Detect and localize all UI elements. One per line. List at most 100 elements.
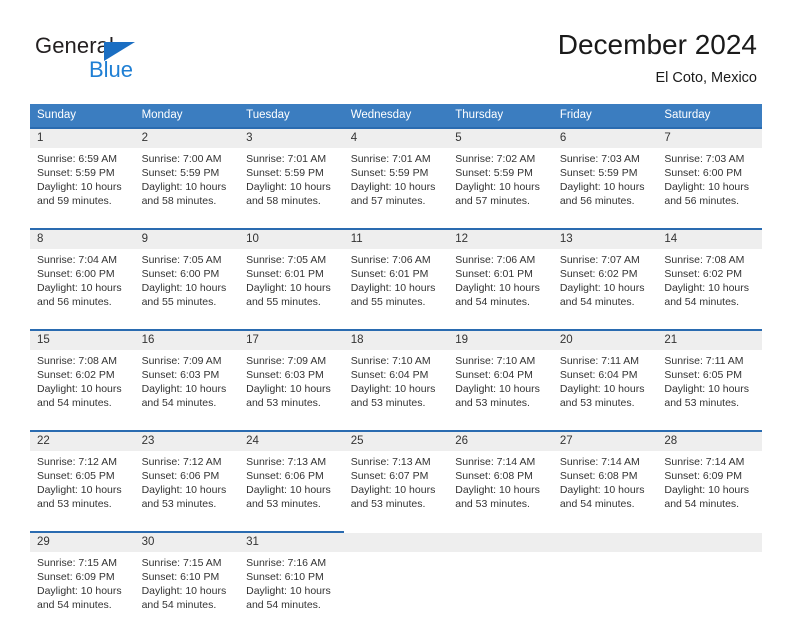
day-cell[interactable]: Sunrise: 7:07 AM Sunset: 6:02 PM Daylight:… <box>552 249 658 329</box>
daylight-text-line1: Daylight: 10 hours <box>559 383 645 395</box>
daylight-text-line2: and 57 minutes. <box>455 195 530 207</box>
weekday-header-friday: Friday <box>552 104 658 127</box>
day-cell[interactable]: Sunrise: 7:05 AM Sunset: 6:00 PM Daylight:… <box>134 249 240 329</box>
sunset-text: Sunset: 6:01 PM <box>350 268 429 280</box>
daylight-text-line2: and 56 minutes. <box>37 296 112 308</box>
day-cell[interactable]: Sunrise: 7:10 AM Sunset: 6:04 PM Daylight:… <box>343 350 449 430</box>
day-number-cell[interactable]: 31 <box>239 533 344 552</box>
day-cell[interactable]: Sunrise: 7:03 AM Sunset: 6:00 PM Daylight:… <box>657 148 762 228</box>
day-number-cell[interactable]: 14 <box>657 230 762 249</box>
day-number-cell[interactable]: 28 <box>657 432 762 451</box>
day-number-cell[interactable]: 8 <box>30 230 135 249</box>
day-cell[interactable]: Sunrise: 7:06 AM Sunset: 6:01 PM Daylight:… <box>343 249 449 329</box>
day-cell[interactable]: Sunrise: 7:14 AM Sunset: 6:08 PM Daylight:… <box>552 451 658 531</box>
daylight-text-line2: and 55 minutes. <box>141 296 217 308</box>
sunrise-text: Sunrise: 7:09 AM <box>246 355 327 367</box>
daylight-text-line2: and 54 minutes. <box>141 397 217 409</box>
day-cell[interactable]: Sunrise: 7:05 AM Sunset: 6:01 PM Daylight:… <box>239 249 344 329</box>
day-number-cell[interactable]: 1 <box>30 129 135 148</box>
day-cell-empty <box>343 552 449 632</box>
daylight-text-line1: Daylight: 10 hours <box>141 181 227 193</box>
day-number-cell[interactable]: 21 <box>657 331 762 350</box>
day-number-cell[interactable]: 23 <box>134 432 240 451</box>
daylight-text-line1: Daylight: 10 hours <box>559 282 645 294</box>
day-cell[interactable]: Sunrise: 7:13 AM Sunset: 6:06 PM Daylight:… <box>239 451 344 531</box>
sunset-text: Sunset: 6:02 PM <box>37 369 115 381</box>
logo-text-general: General <box>35 33 114 58</box>
day-cell[interactable]: Sunrise: 7:12 AM Sunset: 6:06 PM Daylight:… <box>134 451 240 531</box>
day-info-row: Sunrise: 7:08 AM Sunset: 6:02 PM Daylight:… <box>30 350 762 430</box>
day-cell[interactable]: Sunrise: 7:12 AM Sunset: 6:05 PM Daylight:… <box>30 451 135 531</box>
day-cell[interactable]: Sunrise: 6:59 AM Sunset: 5:59 PM Daylight:… <box>30 148 135 228</box>
daylight-text-line2: and 54 minutes. <box>455 296 530 308</box>
weekday-header-row: Sunday Monday Tuesday Wednesday Thursday… <box>30 104 762 127</box>
daylight-text-line2: and 53 minutes. <box>455 397 530 409</box>
day-cell[interactable]: Sunrise: 7:04 AM Sunset: 6:00 PM Daylight:… <box>30 249 135 329</box>
day-number-row: 29 30 31 <box>30 533 762 552</box>
day-number-cell[interactable]: 22 <box>30 432 135 451</box>
day-number-cell[interactable]: 2 <box>134 129 240 148</box>
day-cell[interactable]: Sunrise: 7:15 AM Sunset: 6:09 PM Daylight:… <box>30 552 135 632</box>
day-number-cell[interactable]: 12 <box>448 230 553 249</box>
day-number-cell[interactable]: 13 <box>552 230 658 249</box>
day-number-cell-empty <box>552 533 658 552</box>
daylight-text-line2: and 57 minutes. <box>350 195 426 207</box>
daylight-text-line1: Daylight: 10 hours <box>37 282 122 294</box>
day-number-cell[interactable]: 10 <box>239 230 344 249</box>
day-info-row: Sunrise: 6:59 AM Sunset: 5:59 PM Daylight:… <box>30 148 762 228</box>
day-number-cell[interactable]: 6 <box>552 129 658 148</box>
day-cell[interactable]: Sunrise: 7:02 AM Sunset: 5:59 PM Daylight:… <box>448 148 553 228</box>
day-number-cell[interactable]: 24 <box>239 432 344 451</box>
day-number-cell[interactable]: 26 <box>448 432 553 451</box>
day-cell[interactable]: Sunrise: 7:01 AM Sunset: 5:59 PM Daylight:… <box>239 148 344 228</box>
day-number-cell[interactable]: 7 <box>657 129 762 148</box>
sunset-text: Sunset: 6:02 PM <box>559 268 638 280</box>
daylight-text-line1: Daylight: 10 hours <box>246 282 331 294</box>
sunset-text: Sunset: 6:08 PM <box>559 470 638 482</box>
sunrise-text: Sunrise: 7:15 AM <box>37 557 117 569</box>
day-number-cell-empty <box>448 533 553 552</box>
day-number-cell[interactable]: 5 <box>448 129 553 148</box>
day-number-cell[interactable]: 4 <box>343 129 449 148</box>
day-number-cell[interactable]: 15 <box>30 331 135 350</box>
sunset-text: Sunset: 6:03 PM <box>246 369 324 381</box>
day-cell[interactable]: Sunrise: 7:11 AM Sunset: 6:04 PM Daylight:… <box>552 350 658 430</box>
day-number-cell[interactable]: 18 <box>343 331 449 350</box>
day-number-cell[interactable]: 20 <box>552 331 658 350</box>
day-number-cell[interactable]: 27 <box>552 432 658 451</box>
sunrise-text: Sunrise: 7:14 AM <box>559 456 640 468</box>
day-cell[interactable]: Sunrise: 7:09 AM Sunset: 6:03 PM Daylight:… <box>239 350 344 430</box>
day-cell[interactable]: Sunrise: 7:03 AM Sunset: 5:59 PM Daylight:… <box>552 148 658 228</box>
day-number-cell[interactable]: 3 <box>239 129 344 148</box>
day-number-cell[interactable]: 30 <box>134 533 240 552</box>
day-cell[interactable]: Sunrise: 7:06 AM Sunset: 6:01 PM Daylight:… <box>448 249 553 329</box>
weekday-header-tuesday: Tuesday <box>239 104 344 127</box>
day-number-cell[interactable]: 25 <box>343 432 449 451</box>
day-cell[interactable]: Sunrise: 7:08 AM Sunset: 6:02 PM Daylight:… <box>657 249 762 329</box>
daylight-text-line2: and 53 minutes. <box>246 397 321 409</box>
day-number-cell[interactable]: 17 <box>239 331 344 350</box>
day-cell[interactable]: Sunrise: 7:09 AM Sunset: 6:03 PM Daylight:… <box>134 350 240 430</box>
calendar-grid: Sunday Monday Tuesday Wednesday Thursday… <box>30 104 762 632</box>
day-cell[interactable]: Sunrise: 7:16 AM Sunset: 6:10 PM Daylight:… <box>239 552 344 632</box>
day-number-cell[interactable]: 9 <box>134 230 240 249</box>
sunrise-text: Sunrise: 7:01 AM <box>350 153 431 165</box>
sunset-text: Sunset: 6:04 PM <box>455 369 533 381</box>
day-number-cell[interactable]: 11 <box>343 230 449 249</box>
day-cell[interactable]: Sunrise: 7:08 AM Sunset: 6:02 PM Daylight:… <box>30 350 135 430</box>
day-cell[interactable]: Sunrise: 7:15 AM Sunset: 6:10 PM Daylight:… <box>134 552 240 632</box>
daylight-text-line2: and 53 minutes. <box>141 498 217 510</box>
day-cell[interactable]: Sunrise: 7:13 AM Sunset: 6:07 PM Daylight:… <box>343 451 449 531</box>
day-number-cell[interactable]: 29 <box>30 533 135 552</box>
day-number-cell[interactable]: 19 <box>448 331 553 350</box>
day-cell[interactable]: Sunrise: 7:14 AM Sunset: 6:09 PM Daylight:… <box>657 451 762 531</box>
day-cell[interactable]: Sunrise: 7:11 AM Sunset: 6:05 PM Daylight:… <box>657 350 762 430</box>
day-cell[interactable]: Sunrise: 7:00 AM Sunset: 5:59 PM Daylight:… <box>134 148 240 228</box>
general-blue-logo[interactable]: General Blue <box>35 33 215 85</box>
day-cell[interactable]: Sunrise: 7:10 AM Sunset: 6:04 PM Daylight:… <box>448 350 553 430</box>
day-cell[interactable]: Sunrise: 7:14 AM Sunset: 6:08 PM Daylight:… <box>448 451 553 531</box>
daylight-text-line2: and 54 minutes. <box>664 296 740 308</box>
sunrise-text: Sunrise: 7:15 AM <box>141 557 222 569</box>
day-cell[interactable]: Sunrise: 7:01 AM Sunset: 5:59 PM Daylight:… <box>343 148 449 228</box>
day-number-cell[interactable]: 16 <box>134 331 240 350</box>
